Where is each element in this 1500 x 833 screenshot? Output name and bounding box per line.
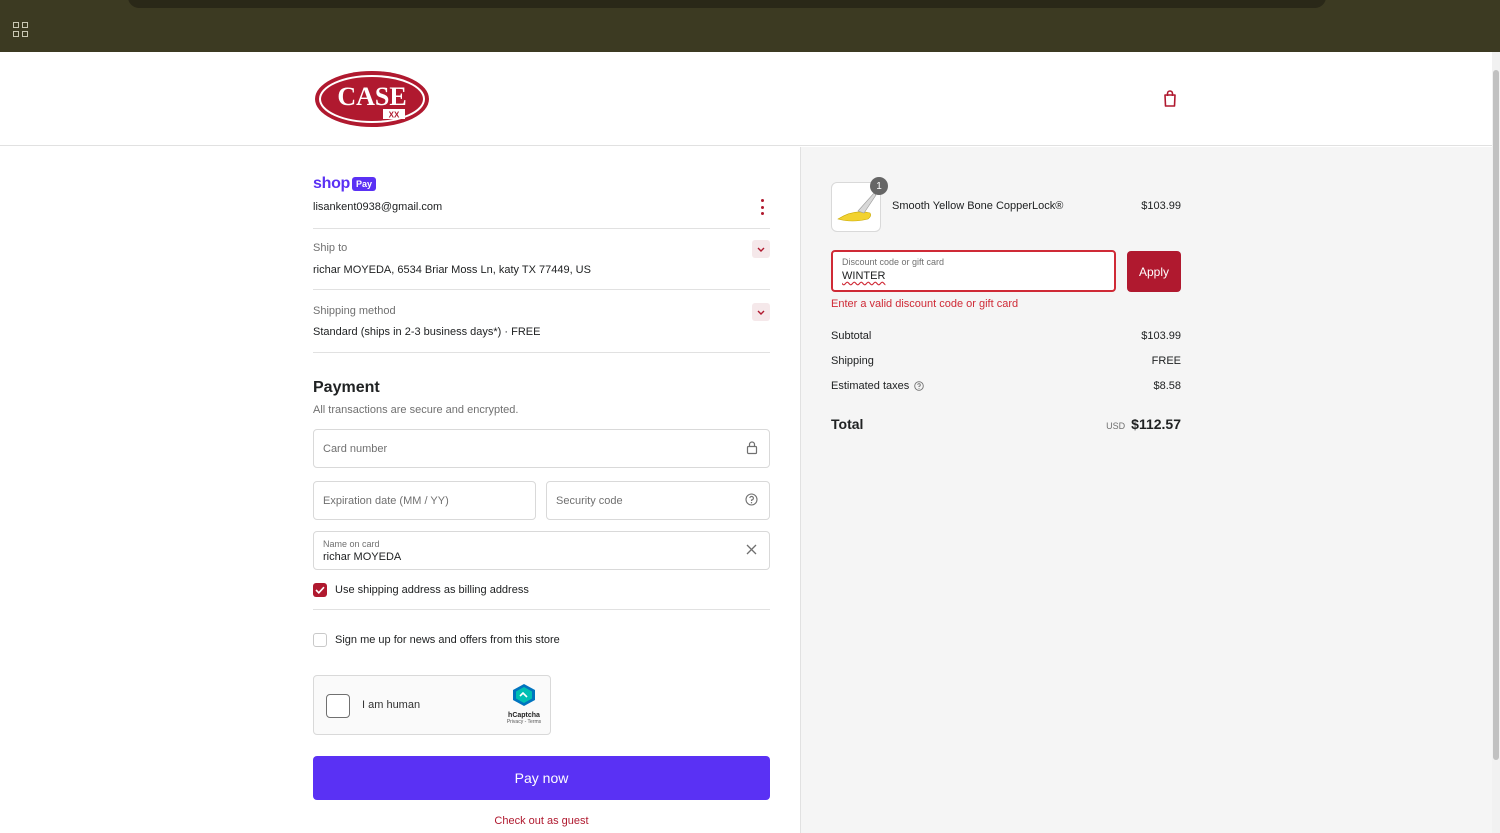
check-out-as-guest-link[interactable]: Check out as guest	[313, 815, 770, 827]
billing-address-checkbox-row[interactable]: Use shipping address as billing address	[313, 583, 529, 597]
shipping-label: Shipping	[831, 355, 874, 367]
product-price: $103.99	[1141, 200, 1181, 212]
contact-email: lisankent0938@gmail.com	[313, 201, 443, 213]
captcha-checkbox[interactable]	[326, 694, 350, 718]
security-code-placeholder: Security code	[556, 494, 623, 507]
newsletter-checkbox-label: Sign me up for news and offers from this…	[335, 634, 560, 646]
total-value-group: USD $112.57	[1106, 416, 1181, 432]
svg-text:CASE: CASE	[337, 82, 406, 111]
captcha-label: I am human	[362, 699, 421, 711]
currency-code: USD	[1106, 421, 1126, 431]
shipping-method-value: Standard (ships in 2-3 business days*) ·…	[313, 326, 541, 338]
more-options-icon[interactable]	[758, 199, 766, 215]
checkmark-icon	[315, 586, 325, 594]
total-amount: $112.57	[1131, 416, 1181, 432]
payment-title: Payment	[313, 379, 380, 396]
case-logo[interactable]: CASE XX	[313, 69, 431, 129]
discount-code-input[interactable]: Discount code or gift card WINTER	[831, 250, 1116, 292]
name-on-card-field[interactable]: Name on card richar MOYEDA	[313, 531, 770, 570]
payment-subtitle: All transactions are secure and encrypte…	[313, 404, 519, 416]
apps-grid-icon[interactable]	[13, 22, 29, 38]
subtotal-value: $103.99	[1141, 330, 1181, 342]
divider	[313, 228, 770, 229]
discount-code-value: WINTER	[842, 270, 886, 282]
divider	[313, 609, 770, 610]
lock-icon	[746, 440, 758, 457]
pay-now-button[interactable]: Pay now	[313, 756, 770, 800]
total-label: Total	[831, 416, 864, 432]
newsletter-checkbox[interactable]	[313, 633, 327, 647]
divider	[313, 352, 770, 353]
shipping-value: FREE	[1151, 355, 1181, 367]
product-thumbnail: 1	[831, 177, 888, 232]
shipping-method-chevron-down-icon[interactable]	[752, 303, 770, 321]
site-header: CASE XX	[0, 52, 1492, 146]
info-icon[interactable]	[914, 381, 925, 391]
checkout-main: shop Pay lisankent0938@gmail.com Ship to…	[0, 147, 800, 833]
shop-pay-badge: Pay	[352, 177, 377, 191]
hcaptcha-links[interactable]: Privacy - Terms	[504, 719, 544, 725]
order-summary: 1 Smooth Yellow Bone CopperLock® $103.99…	[800, 147, 1492, 833]
divider	[313, 289, 770, 290]
expiration-date-field[interactable]: Expiration date (MM / YY)	[313, 481, 536, 520]
ship-to-address: richar MOYEDA, 6534 Briar Moss Ln, katy …	[313, 264, 591, 276]
taxes-value: $8.58	[1153, 380, 1181, 392]
name-on-card-value: richar MOYEDA	[323, 551, 402, 563]
svg-text:XX: XX	[389, 111, 400, 120]
billing-checkbox-label: Use shipping address as billing address	[335, 584, 529, 596]
help-circle-icon[interactable]	[745, 492, 758, 509]
shop-pay-wordmark: shop	[313, 175, 351, 192]
card-number-field[interactable]: Card number	[313, 429, 770, 468]
shipping-method-label: Shipping method	[313, 305, 396, 317]
name-on-card-label: Name on card	[323, 539, 380, 549]
security-code-field[interactable]: Security code	[546, 481, 770, 520]
clear-icon[interactable]	[746, 544, 757, 558]
apply-discount-button[interactable]: Apply	[1127, 251, 1181, 292]
hcaptcha-brand: hCaptcha	[508, 712, 540, 719]
subtotal-label: Subtotal	[831, 330, 872, 342]
discount-code-label: Discount code or gift card	[842, 257, 945, 267]
browser-chrome	[0, 0, 1500, 52]
page-scrollbar[interactable]	[1492, 52, 1500, 833]
shopping-bag-icon[interactable]	[1162, 90, 1178, 108]
hcaptcha-logo: hCaptcha Privacy - Terms	[504, 683, 544, 725]
expiration-placeholder: Expiration date (MM / YY)	[323, 494, 449, 507]
taxes-label-group: Estimated taxes	[831, 380, 925, 392]
billing-checkbox[interactable]	[313, 583, 327, 597]
hcaptcha-icon	[513, 684, 535, 706]
ship-to-chevron-down-icon[interactable]	[752, 240, 770, 258]
discount-error-message: Enter a valid discount code or gift card	[831, 298, 1019, 310]
taxes-label: Estimated taxes	[831, 380, 910, 392]
ship-to-label: Ship to	[313, 242, 348, 254]
quantity-badge: 1	[870, 177, 888, 195]
card-number-placeholder: Card number	[323, 442, 388, 455]
address-bar[interactable]	[128, 0, 1326, 8]
hcaptcha-widget: I am human hCaptcha Privacy - Terms	[313, 675, 551, 735]
scrollbar-thumb[interactable]	[1493, 70, 1499, 760]
product-name: Smooth Yellow Bone CopperLock®	[892, 200, 1064, 212]
shop-pay-logo: shop Pay	[313, 175, 377, 193]
newsletter-checkbox-row[interactable]: Sign me up for news and offers from this…	[313, 633, 560, 647]
